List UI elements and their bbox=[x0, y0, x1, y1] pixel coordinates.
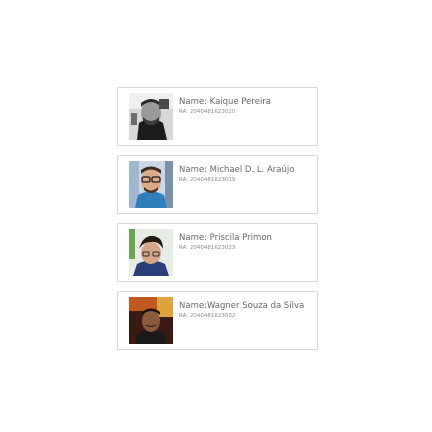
student-card[interactable]: Name:Wagner Souza da Silva RA: 204048162… bbox=[117, 291, 318, 350]
student-ra: RA: 2040481623019 bbox=[179, 177, 236, 183]
student-photo-icon bbox=[129, 229, 173, 276]
student-ra: RA: 2040481623023 bbox=[179, 245, 236, 251]
student-name: Name: Kaique Pereira bbox=[179, 97, 272, 107]
student-card[interactable]: Name: Michael D. L. Araújo RA: 204048162… bbox=[117, 155, 318, 214]
student-photo-icon bbox=[129, 161, 173, 208]
page: Name: Kaique Pereira RA: 2040481623020 N… bbox=[0, 0, 432, 432]
student-ra: RA: 2040481623020 bbox=[179, 109, 236, 115]
student-card[interactable]: Name: Priscila Primon RA: 2040481623023 bbox=[117, 223, 318, 282]
student-photo-icon bbox=[129, 93, 173, 140]
student-photo-icon bbox=[129, 297, 173, 344]
student-name: Name: Priscila Primon bbox=[179, 233, 272, 243]
student-ra: RA: 2040481623032 bbox=[179, 313, 236, 319]
student-name: Name:Wagner Souza da Silva bbox=[179, 301, 305, 311]
student-card[interactable]: Name: Kaique Pereira RA: 2040481623020 bbox=[117, 87, 318, 146]
student-name: Name: Michael D. L. Araújo bbox=[179, 165, 295, 175]
student-list: Name: Kaique Pereira RA: 2040481623020 N… bbox=[117, 87, 318, 359]
